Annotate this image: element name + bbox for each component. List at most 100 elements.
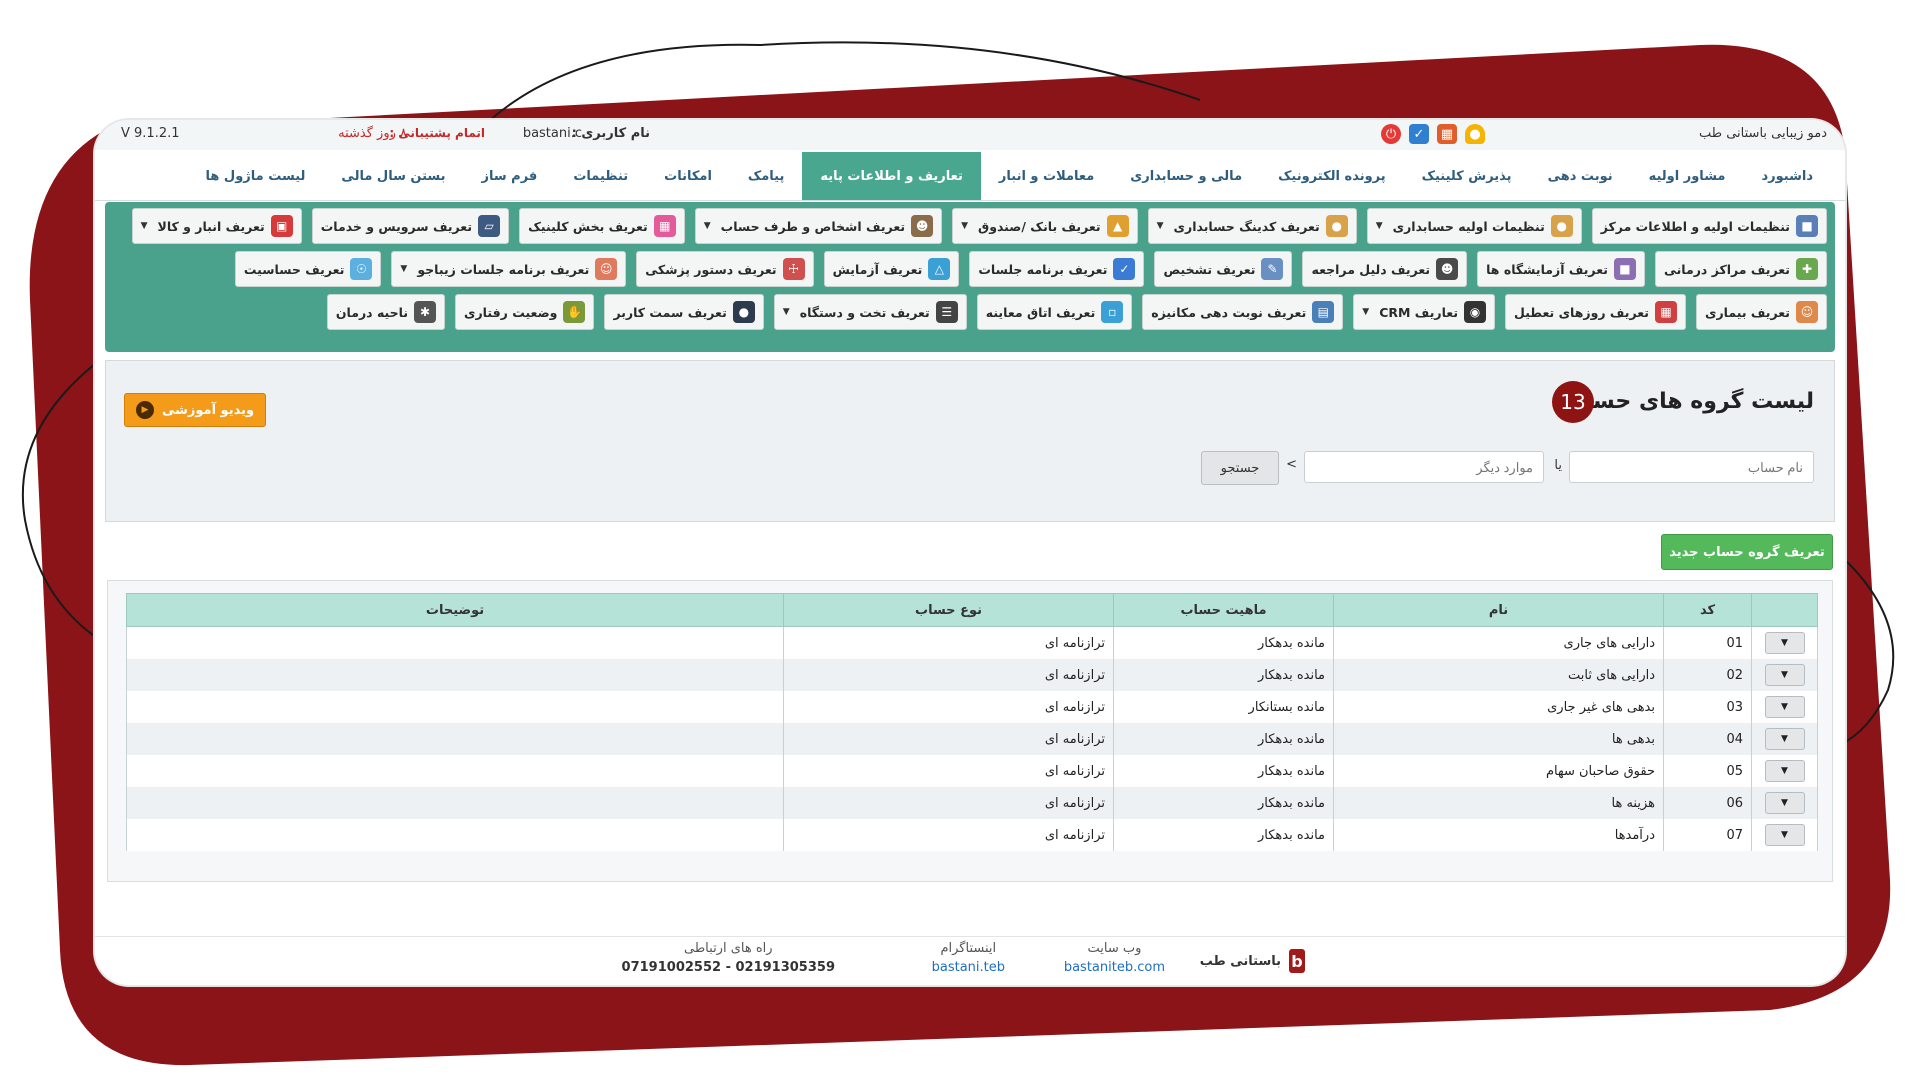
main-menu: داشبورد مشاور اولیه نوبت دهی پذیرش کلینی…	[95, 152, 1845, 201]
sub-beauty-sessions[interactable]: ☺ تعریف برنامه جلسات زیباجو ▼	[391, 251, 627, 287]
sub-allergy[interactable]: ☉ تعریف حساسیت	[234, 251, 382, 287]
account-groups-table: کد نام ماهیت حساب نوع حساب توضیحات ▼ 01 …	[126, 593, 1818, 851]
top-bar: دمو زیبایی باستانی طب ● ▦ ✓ ⏻ نام کاربری…	[95, 120, 1845, 150]
cell-type: ترازنامه ای	[783, 723, 1114, 755]
check-calendar-icon[interactable]: ✓	[1409, 124, 1429, 144]
table-row[interactable]: ▼ 07 درآمدها مانده بدهکار ترازنامه ای	[126, 819, 1818, 851]
row-dropdown-button[interactable]: ▼	[1764, 696, 1805, 718]
row-action-cell: ▼	[1751, 723, 1818, 755]
row-dropdown-button[interactable]: ▼	[1764, 632, 1805, 654]
menu-features[interactable]: امکانات	[646, 152, 730, 200]
sub-accounting-coding[interactable]: ● تعریف کدینگ حسابداری ▼	[1147, 208, 1357, 244]
sub-crm[interactable]: ◉ تعاریف CRM ▼	[1353, 294, 1496, 330]
sub-exam-room[interactable]: ▫ تعریف اتاق معاینه	[976, 294, 1133, 330]
version: V 9.1.2.1	[121, 126, 180, 141]
header-name[interactable]: نام	[1333, 593, 1664, 627]
sub-services[interactable]: ▱ تعریف سرویس و خدمات	[311, 208, 510, 244]
website-link[interactable]: bastaniteb.com	[1064, 960, 1165, 975]
footer-contacts: راه های ارتباطی 07191002552 - 0219130535…	[621, 941, 835, 975]
table-row[interactable]: ▼ 05 حقوق صاحبان سهام مانده بدهکار ترازن…	[126, 755, 1818, 787]
menu-trades-warehouse[interactable]: معاملات و انبار	[981, 152, 1112, 200]
menu-sms[interactable]: پیامک	[730, 152, 802, 200]
calendar-holiday-icon: ▦	[1655, 301, 1678, 323]
instagram-link[interactable]: bastani.teb	[932, 960, 1005, 975]
sub-center-settings[interactable]: ■ تنظیمات اولیه و اطلاعات مرکز	[1591, 208, 1827, 244]
row-action-cell: ▼	[1751, 626, 1818, 659]
account-name-input[interactable]	[1569, 451, 1814, 483]
video-tutorial-button[interactable]: ویدیو آموزشی ▶	[124, 393, 266, 427]
header-action	[1751, 593, 1818, 627]
sub-user-role[interactable]: ● تعریف سمت کاربر	[604, 294, 764, 330]
row-dropdown-button[interactable]: ▼	[1764, 824, 1805, 846]
flask-icon: △	[928, 258, 951, 280]
sub-medical-order[interactable]: ☩ تعریف دستور پزشکی	[636, 251, 814, 287]
menu-consultant[interactable]: مشاور اولیه	[1631, 152, 1744, 200]
bank-icon: ▲	[1106, 215, 1129, 237]
sub-lab-test[interactable]: △ تعریف آزمایش	[823, 251, 960, 287]
caret-down-icon: ▼	[1375, 221, 1383, 231]
sub-bank-cash[interactable]: ▲ تعریف بانک /صندوق ▼	[952, 208, 1138, 244]
sub-bed-device[interactable]: ☰ تعریف تخت و دستگاه ▼	[773, 294, 967, 330]
header-type[interactable]: نوع حساب	[783, 593, 1114, 627]
boxes-icon: ▣	[270, 215, 293, 237]
menu-dashboard[interactable]: داشبورد	[1743, 152, 1831, 200]
table-row[interactable]: ▼ 03 بدهی های غیر جاری مانده بستانکار تر…	[126, 691, 1818, 723]
sub-warehouse-goods[interactable]: ▣ تعریف انبار و کالا ▼	[131, 208, 302, 244]
menu-modules-list[interactable]: لیست ماژول ها	[188, 152, 324, 200]
menu-close-fiscal-year[interactable]: بستن سال مالی	[323, 152, 463, 200]
page-title: لیست گروه های حساب	[1562, 389, 1814, 414]
table-row[interactable]: ▼ 01 دارایی های جاری مانده بدهکار ترازنا…	[126, 626, 1818, 659]
sub-disease[interactable]: ☺ تعریف بیماری	[1696, 294, 1827, 330]
table-row[interactable]: ▼ 02 دارایی های ثابت مانده بدهکار ترازنا…	[126, 659, 1818, 691]
calendar-icon[interactable]: ▦	[1437, 124, 1457, 144]
other-fields-input[interactable]	[1304, 451, 1544, 483]
company-name: دمو زیبایی باستانی طب	[1698, 126, 1827, 141]
app-window: دمو زیبایی باستانی طب ● ▦ ✓ ⏻ نام کاربری…	[95, 120, 1845, 985]
prescription-icon: ☩	[782, 258, 805, 280]
table-row[interactable]: ▼ 04 بدهی ها مانده بدهکار ترازنامه ای	[126, 723, 1818, 755]
cell-code: 06	[1663, 787, 1752, 819]
sub-session-program[interactable]: ✓ تعریف برنامه جلسات	[969, 251, 1145, 287]
menu-appointments[interactable]: نوبت دهی	[1530, 152, 1631, 200]
row-dropdown-button[interactable]: ▼	[1764, 664, 1805, 686]
sub-accounting-settings[interactable]: ● تنظیمات اولیه حسابداری ▼	[1366, 208, 1582, 244]
menu-settings[interactable]: تنظیمات	[555, 152, 646, 200]
cell-type: ترازنامه ای	[783, 787, 1114, 819]
list-header-panel: لیست گروه های حساب 13 ویدیو آموزشی ▶ یا …	[105, 360, 1835, 522]
caret-down-icon: ▼	[703, 221, 711, 231]
header-code[interactable]: کد	[1663, 593, 1752, 627]
person-card-icon: ☻	[911, 215, 934, 237]
sub-clinic-section[interactable]: ▦ تعریف بخش کلینیک	[519, 208, 685, 244]
row-dropdown-button[interactable]: ▼	[1764, 792, 1805, 814]
header-description[interactable]: توضیحات	[126, 593, 784, 627]
sub-laboratories[interactable]: ■ تعریف آزمایشگاه ها	[1477, 251, 1645, 287]
menu-e-record[interactable]: پرونده الکترونیک	[1260, 152, 1404, 200]
cell-code: 05	[1663, 755, 1752, 787]
header-nature[interactable]: ماهیت حساب	[1113, 593, 1334, 627]
cell-name: دارایی های ثابت	[1333, 659, 1664, 691]
sub-auto-scheduling[interactable]: ▤ تعریف نوبت دهی مکانیزه	[1142, 294, 1344, 330]
sub-behavior[interactable]: ✋ وضعیت رفتاری	[455, 294, 595, 330]
menu-reception[interactable]: پذیرش کلینیک	[1404, 152, 1530, 200]
cell-description	[126, 626, 784, 659]
new-account-group-button[interactable]: تعریف گروه حساب جدید	[1661, 534, 1833, 570]
menu-form-builder[interactable]: فرم ساز	[464, 152, 556, 200]
search-button[interactable]: جستجو	[1201, 451, 1279, 485]
hand-coins-icon: ●	[1325, 215, 1348, 237]
sub-medical-centers[interactable]: ✚ تعریف مراکز درمانی	[1654, 251, 1827, 287]
table-row[interactable]: ▼ 06 هزینه ها مانده بدهکار ترازنامه ای	[126, 787, 1818, 819]
menu-definitions[interactable]: تعاریف و اطلاعات پایه	[802, 152, 981, 200]
menu-finance[interactable]: مالی و حسابداری	[1112, 152, 1260, 200]
bell-icon[interactable]: ●	[1465, 124, 1485, 144]
row-dropdown-button[interactable]: ▼	[1764, 728, 1805, 750]
sub-persons-parties[interactable]: ☻ تعریف اشخاص و طرف حساب ▼	[694, 208, 943, 244]
sub-diagnosis[interactable]: ✎ تعریف تشخیص	[1154, 251, 1293, 287]
sub-holidays[interactable]: ▦ تعریف روزهای تعطیل	[1505, 294, 1687, 330]
cell-nature: مانده بستانکار	[1113, 691, 1334, 723]
cell-description	[126, 723, 784, 755]
footer-brand: b باستانی طب	[1200, 949, 1305, 973]
row-dropdown-button[interactable]: ▼	[1764, 760, 1805, 782]
power-icon[interactable]: ⏻	[1381, 124, 1401, 144]
sub-visit-reason[interactable]: ☻ تعریف دلیل مراجعه	[1302, 251, 1468, 287]
sub-treatment-area[interactable]: ✱ ناحیه درمان	[326, 294, 446, 330]
